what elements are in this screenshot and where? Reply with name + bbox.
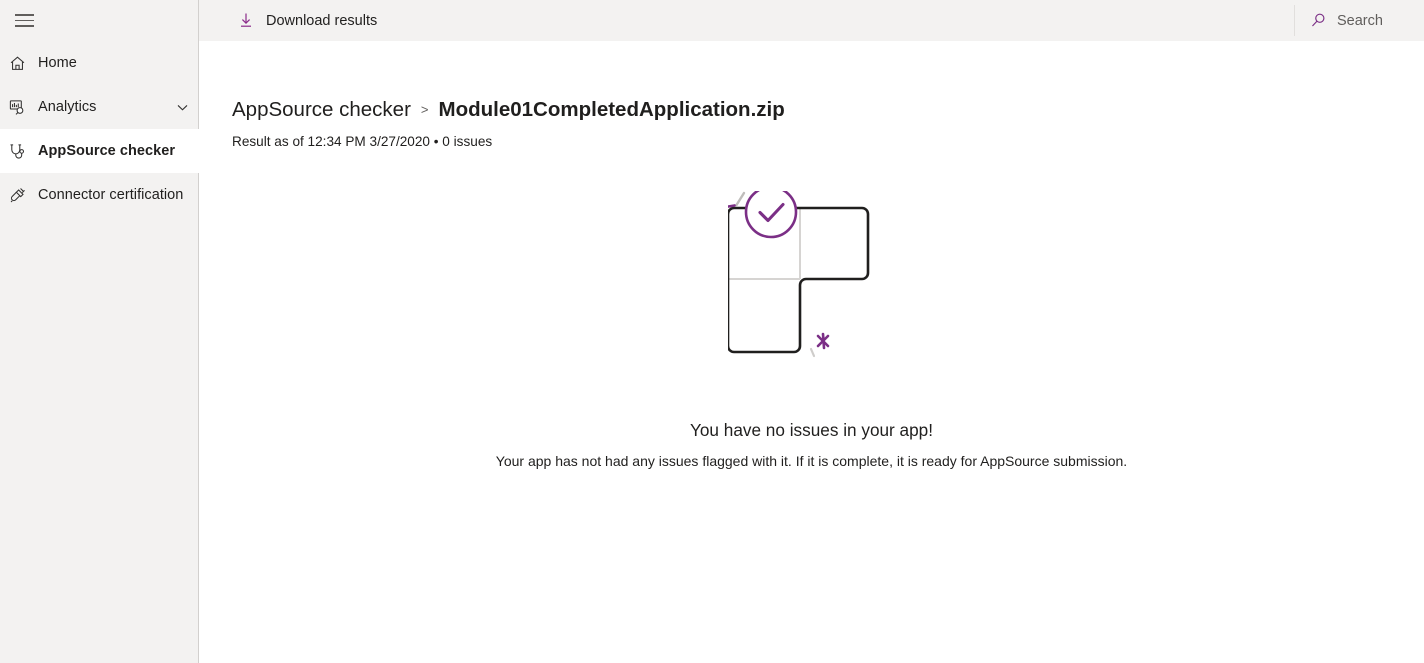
- sidebar-item-label: AppSource checker: [38, 143, 176, 159]
- sidebar-nav: Home Analytics AppSource checker Connect…: [0, 41, 199, 217]
- sidebar-item-label: Home: [38, 55, 77, 71]
- connector-icon: [8, 186, 38, 205]
- sidebar-item-home[interactable]: Home: [0, 41, 199, 85]
- checkmark-blocks-illustration: [726, 185, 943, 396]
- empty-state-description: Your app has not had any issues flagged …: [495, 453, 1128, 469]
- search-input[interactable]: Search: [1295, 0, 1424, 41]
- stethoscope-icon: [8, 142, 38, 161]
- sidebar: Home Analytics AppSource checker Connect…: [0, 0, 199, 663]
- appsource-checker-page: Home Analytics AppSource checker Connect…: [0, 0, 1424, 663]
- command-bar: Download results Search: [199, 0, 1424, 41]
- search-placeholder: Search: [1337, 12, 1383, 29]
- sidebar-item-appsource-checker[interactable]: AppSource checker: [0, 129, 199, 173]
- main-content: AppSource checker > Module01CompletedApp…: [199, 41, 1424, 663]
- download-icon: [238, 12, 254, 29]
- empty-state-title: You have no issues in your app!: [689, 420, 934, 440]
- sidebar-item-analytics[interactable]: Analytics: [0, 85, 199, 129]
- analytics-icon: [8, 98, 38, 117]
- breadcrumb-separator: >: [420, 102, 429, 117]
- sidebar-item-label: Connector certification: [38, 187, 184, 203]
- sidebar-item-label: Analytics: [38, 99, 97, 115]
- search-icon: [1310, 12, 1327, 29]
- chevron-down-icon[interactable]: [165, 100, 199, 115]
- sidebar-item-connector-certification[interactable]: Connector certification: [0, 173, 199, 217]
- breadcrumb-current: Module01CompletedApplication.zip: [438, 98, 785, 121]
- home-icon: [8, 54, 38, 73]
- hamburger-menu-button[interactable]: [0, 0, 48, 41]
- download-results-label: Download results: [266, 12, 378, 29]
- hamburger-icon: [14, 14, 34, 27]
- breadcrumb-root[interactable]: AppSource checker: [232, 98, 411, 122]
- breadcrumb: AppSource checker > Module01CompletedApp…: [232, 98, 785, 122]
- result-subtitle: Result as of 12:34 PM 3/27/2020 • 0 issu…: [232, 134, 493, 149]
- download-results-button[interactable]: Download results: [232, 0, 383, 41]
